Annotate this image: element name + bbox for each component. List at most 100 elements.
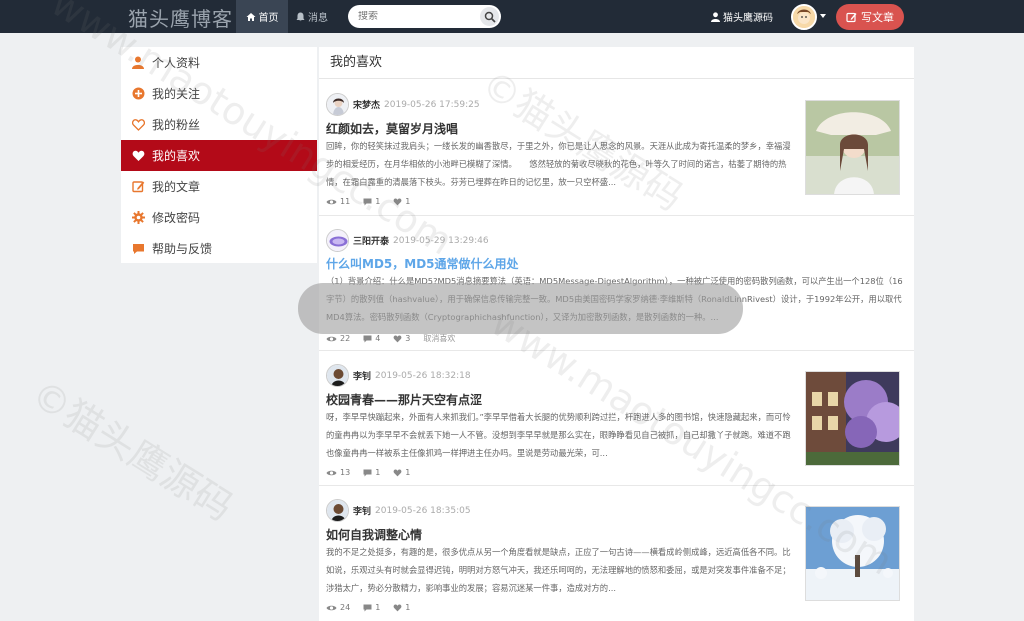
article-stats: 24 1 1 <box>326 603 419 612</box>
article-thumbnail[interactable] <box>805 100 900 195</box>
comment-count: 1 <box>375 197 381 206</box>
plus-circle-icon <box>131 87 145 101</box>
comment-icon <box>363 198 372 205</box>
nav-messages-label: 消息 <box>308 13 328 24</box>
avatar[interactable] <box>326 93 349 116</box>
toast-overlay <box>298 283 743 334</box>
article-header: 李钊 2019-05-26 18:35:05 <box>326 499 471 522</box>
like-count: 1 <box>405 197 411 206</box>
page-title: 我的喜欢 <box>319 47 914 79</box>
article-summary: 呀，李早早快蹦起来，外面有人来抓我们。”李早早借着大长腿的优势顺利跨过拦，杆跑进… <box>326 412 791 458</box>
search-box <box>348 5 501 28</box>
sidebar-item-label: 我的文章 <box>152 180 201 194</box>
list-item: 宋梦杰 2019-05-26 17:59:25 红颜如去，莫留岁月浅唱 回眸，你… <box>319 80 914 216</box>
sidebar-item-likes[interactable]: 我的喜欢 <box>121 140 317 171</box>
heart-icon <box>393 335 402 342</box>
avatar[interactable] <box>326 499 349 522</box>
article-title[interactable]: 什么叫MD5，MD5通常做什么用处 <box>326 255 519 272</box>
sidebar-item-fans[interactable]: 我的粉丝 <box>121 109 317 140</box>
write-article-button[interactable]: 写文章 <box>836 4 904 30</box>
edit-icon <box>846 12 857 22</box>
gear-icon <box>131 211 145 225</box>
view-count: 22 <box>340 334 351 343</box>
article-header: 宋梦杰 2019-05-26 17:59:25 <box>326 93 480 116</box>
comment-icon <box>363 469 372 476</box>
article-thumbnail[interactable] <box>805 506 900 601</box>
eye-icon <box>326 605 337 610</box>
like-count: 1 <box>405 468 411 477</box>
heart-outline-icon <box>131 118 145 132</box>
nav-messages-tab[interactable]: 消息 <box>296 0 328 33</box>
article-stats: 11 1 1 <box>326 197 419 206</box>
watermark-text: ©猫头鹰源码 <box>23 371 241 530</box>
sidebar-item-label: 修改密码 <box>152 211 201 225</box>
user-profile-link[interactable]: 猫头鹰源码 <box>711 0 773 33</box>
user-name: 猫头鹰源码 <box>723 13 773 24</box>
author-name[interactable]: 李钊 <box>353 369 371 382</box>
view-count: 13 <box>340 468 351 477</box>
comment-icon <box>363 604 372 611</box>
search-input[interactable] <box>358 11 476 22</box>
sidebar-item-password[interactable]: 修改密码 <box>121 202 317 233</box>
article-summary: 我的不足之处挺多，有趣的是，很多优点从另一个角度看就是缺点，正应了一句古诗——横… <box>326 547 791 593</box>
search-button[interactable] <box>480 7 499 26</box>
eye-icon <box>326 470 337 475</box>
comment-icon <box>363 335 372 342</box>
sidebar: 个人资料 我的关注 我的粉丝 我的喜欢 我的文章 修改密码 帮助与反馈 <box>121 47 317 263</box>
post-time: 2019-05-29 13:29:46 <box>393 235 489 246</box>
sidebar-item-articles[interactable]: 我的文章 <box>121 171 317 202</box>
view-count: 24 <box>340 603 351 612</box>
article-stats: 22 4 3 取消喜欢 <box>326 333 455 344</box>
author-name[interactable]: 三阳开泰 <box>353 234 389 247</box>
view-count: 11 <box>340 197 351 206</box>
edit-icon <box>131 180 145 194</box>
cancel-like-link[interactable]: 取消喜欢 <box>423 333 455 344</box>
heart-icon <box>393 198 402 205</box>
eye-icon <box>326 199 337 204</box>
like-count: 3 <box>405 334 411 343</box>
chevron-down-icon[interactable] <box>820 14 826 18</box>
comment-count: 1 <box>375 603 381 612</box>
comment-count: 4 <box>375 334 381 343</box>
post-time: 2019-05-26 18:35:05 <box>375 505 471 516</box>
article-title[interactable]: 如何自我调整心情 <box>326 526 422 543</box>
likes-panel: 我的喜欢 宋梦杰 2019-05-26 17:59:25 红颜如去，莫留岁月浅唱… <box>319 47 914 621</box>
eye-icon <box>326 336 337 341</box>
sidebar-item-following[interactable]: 我的关注 <box>121 78 317 109</box>
article-summary: 回眸，你的轻笑抹过我肩头；一缕长发的幽香散尽，于里之外，你已是让人思念的风景。天… <box>326 141 791 187</box>
top-navbar: 猫头鹰博客 首页 消息 猫头鹰源码 写文章 <box>0 0 1024 33</box>
bell-icon <box>296 12 305 21</box>
author-name[interactable]: 李钊 <box>353 504 371 517</box>
write-article-label: 写文章 <box>861 11 894 24</box>
author-name[interactable]: 宋梦杰 <box>353 98 380 111</box>
like-count: 1 <box>405 603 411 612</box>
comment-count: 1 <box>375 468 381 477</box>
list-item: 李钊 2019-05-26 18:32:18 校园青春——那片天空有点涩 呀，李… <box>319 351 914 486</box>
nav-home-label: 首页 <box>258 13 279 24</box>
article-stats: 13 1 1 <box>326 468 419 477</box>
sidebar-item-label: 我的关注 <box>152 87 201 101</box>
article-title[interactable]: 校园青春——那片天空有点涩 <box>326 391 482 408</box>
sidebar-item-label: 帮助与反馈 <box>152 242 213 256</box>
sidebar-item-profile[interactable]: 个人资料 <box>121 47 317 78</box>
user-icon <box>131 56 145 70</box>
sidebar-item-label: 个人资料 <box>152 56 201 70</box>
home-icon <box>246 12 255 21</box>
article-thumbnail[interactable] <box>805 371 900 466</box>
search-icon <box>484 11 496 23</box>
avatar[interactable] <box>791 4 817 30</box>
avatar[interactable] <box>326 364 349 387</box>
comment-icon <box>131 242 145 256</box>
heart-icon <box>393 469 402 476</box>
list-item: 李钊 2019-05-26 18:35:05 如何自我调整心情 我的不足之处挺多… <box>319 486 914 621</box>
article-title[interactable]: 红颜如去，莫留岁月浅唱 <box>326 120 458 137</box>
user-icon <box>711 11 720 22</box>
article-header: 三阳开泰 2019-05-29 13:29:46 <box>326 229 489 252</box>
sidebar-item-help[interactable]: 帮助与反馈 <box>121 233 317 264</box>
article-header: 李钊 2019-05-26 18:32:18 <box>326 364 471 387</box>
post-time: 2019-05-26 18:32:18 <box>375 370 471 381</box>
avatar[interactable] <box>326 229 349 252</box>
nav-home-tab[interactable]: 首页 <box>236 0 288 33</box>
heart-icon <box>393 604 402 611</box>
site-logo[interactable]: 猫头鹰博客 <box>128 3 233 32</box>
